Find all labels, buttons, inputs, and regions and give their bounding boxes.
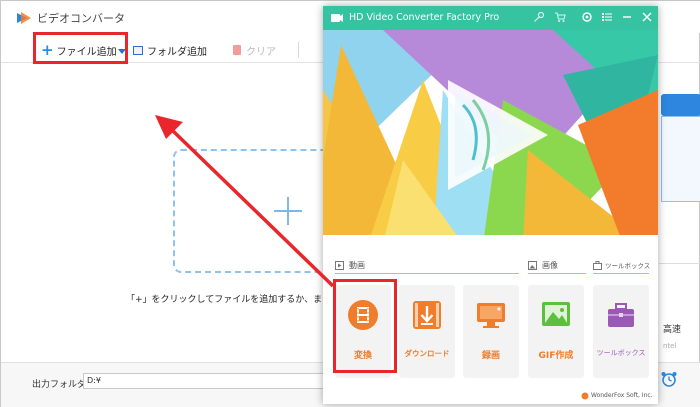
settings-icon[interactable] (581, 11, 593, 23)
toolbox-section-label: ツールボックス (605, 262, 651, 270)
clear-button[interactable]: クリア (233, 41, 276, 59)
close-icon[interactable] (642, 11, 652, 23)
main-title-bar: HD Video Converter Factory Pro (323, 6, 658, 30)
tool-toolbox[interactable]: ツールボックス (593, 285, 649, 378)
tool-record[interactable]: 録画 (463, 285, 519, 378)
app-logo-icon (331, 14, 343, 22)
tool-download[interactable]: ダウンロード (399, 285, 455, 378)
tool-gif-maker[interactable]: GIF作成 (528, 285, 584, 378)
image-section-header: 画像 (528, 260, 558, 271)
clear-label: クリア (246, 46, 276, 58)
monitor-icon (477, 303, 505, 328)
gpu-label: ntel (663, 342, 677, 350)
window-title: ビデオコンバータ (37, 12, 125, 25)
copyright-text: WonderFox Soft, Inc. (591, 392, 653, 399)
highlight-convert-tool (333, 279, 397, 373)
add-plus-icon-vertical[interactable] (287, 197, 289, 225)
tool-download-label: ダウンロード (404, 349, 450, 358)
image-section-label: 画像 (542, 261, 558, 270)
output-folder-field[interactable]: D:¥ (83, 373, 333, 389)
toolbox-section-header: ツールボックス (593, 260, 650, 270)
toolbar-divider (298, 42, 299, 58)
right-panel-button[interactable] (661, 94, 700, 116)
video-section-line (335, 273, 519, 274)
toolbox-section-line (593, 273, 649, 274)
toolbox-icon (608, 303, 634, 327)
screen: ビデオコンバータ + ファイル追加 フォルダ追加 クリア 「+」をクリックしてフ… (0, 0, 700, 407)
folder-icon (133, 45, 143, 55)
video-section-icon (335, 261, 344, 270)
divider (659, 263, 700, 264)
video-section-header: 動画 (335, 260, 365, 271)
toolbox-section-icon (593, 260, 602, 270)
image-section-line (528, 273, 586, 274)
cart-icon[interactable] (554, 11, 566, 23)
add-folder-button[interactable]: フォルダ追加 (133, 41, 207, 59)
menu-list-icon[interactable] (601, 11, 613, 23)
add-folder-label: フォルダ追加 (147, 46, 207, 58)
main-window-title: HD Video Converter Factory Pro (349, 12, 500, 23)
alarm-clock-icon[interactable] (660, 371, 678, 387)
highlight-add-file (33, 32, 128, 64)
key-icon[interactable] (533, 11, 545, 23)
right-panel-format-box[interactable] (661, 116, 700, 202)
drop-zone-hint: 「+」をクリックしてファイルを追加するか、またはフ (126, 295, 350, 305)
image-section-icon (528, 261, 537, 270)
brand-banner-graphic (323, 30, 658, 244)
tool-record-label: 録画 (481, 351, 500, 361)
tool-toolbox-label: ツールボックス (596, 349, 646, 357)
wonderfox-logo-icon (581, 392, 589, 400)
tool-gif-maker-label: GIF作成 (538, 351, 574, 361)
image-icon (542, 302, 570, 326)
minimize-icon[interactable] (622, 11, 632, 23)
video-section-label: 動画 (349, 261, 365, 270)
download-icon (413, 301, 441, 329)
speed-label: 高速 (663, 325, 682, 335)
trash-icon (233, 45, 241, 55)
app-logo-icon (17, 12, 31, 24)
